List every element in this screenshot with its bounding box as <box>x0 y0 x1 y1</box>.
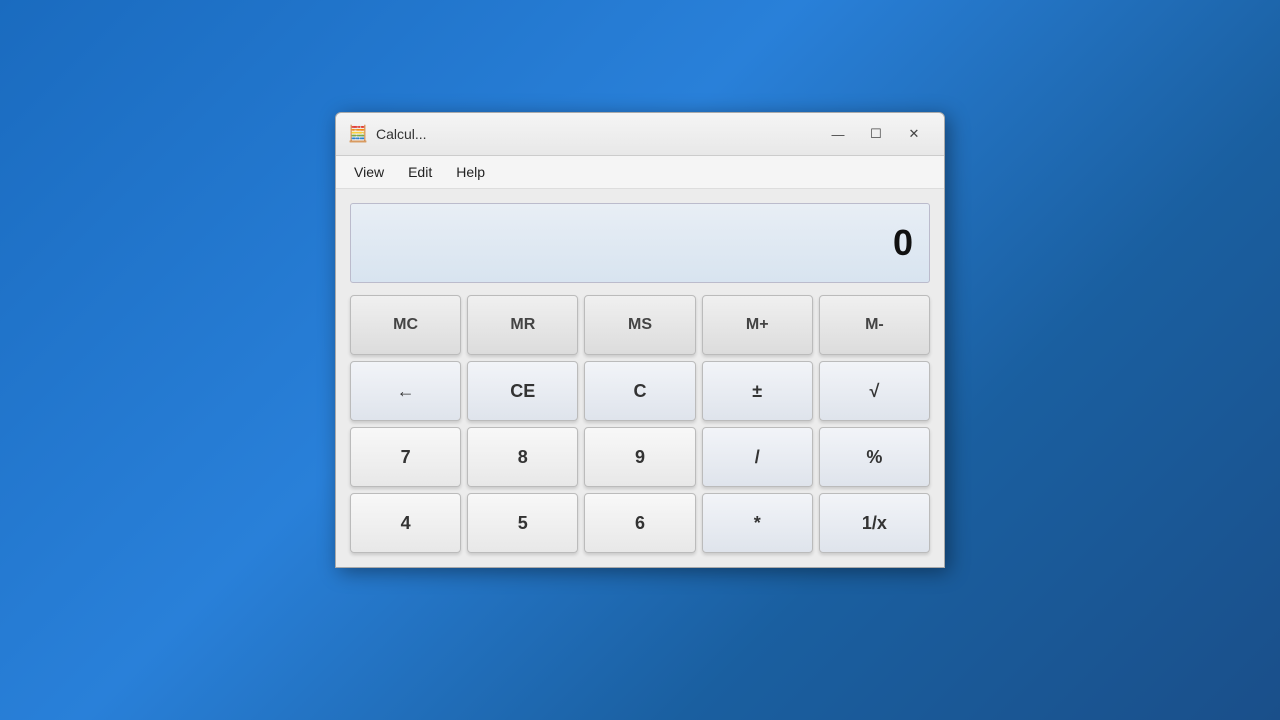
minimize-button[interactable]: — <box>820 121 856 147</box>
calculator-body: 0 MC MR MS M+ M- ← CE C ± √ 7 <box>336 189 944 567</box>
menu-view[interactable]: View <box>344 160 394 184</box>
row-456: 4 5 6 * 1/x <box>350 493 930 553</box>
button-7[interactable]: 7 <box>350 427 461 487</box>
app-icon: 🧮 <box>348 124 368 144</box>
control-row: ← CE C ± √ <box>350 361 930 421</box>
memory-row: MC MR MS M+ M- <box>350 295 930 355</box>
buttons-grid: MC MR MS M+ M- ← CE C ± √ 7 8 9 / % <box>350 295 930 553</box>
calculator-window: 🧮 Calcul... — ☐ ✕ View Edit Help 0 MC MR… <box>335 112 945 568</box>
button-9[interactable]: 9 <box>584 427 695 487</box>
menu-help[interactable]: Help <box>446 160 495 184</box>
button-mr[interactable]: MR <box>467 295 578 355</box>
button-4[interactable]: 4 <box>350 493 461 553</box>
button-mc[interactable]: MC <box>350 295 461 355</box>
display-screen: 0 <box>350 203 930 283</box>
button-5[interactable]: 5 <box>467 493 578 553</box>
button-reciprocal[interactable]: 1/x <box>819 493 930 553</box>
button-plusminus[interactable]: ± <box>702 361 813 421</box>
button-ms[interactable]: MS <box>584 295 695 355</box>
window-title: Calcul... <box>376 126 427 142</box>
display-value: 0 <box>893 222 913 264</box>
menu-bar: View Edit Help <box>336 156 944 189</box>
button-6[interactable]: 6 <box>584 493 695 553</box>
close-button[interactable]: ✕ <box>896 121 932 147</box>
menu-edit[interactable]: Edit <box>398 160 442 184</box>
button-sqrt[interactable]: √ <box>819 361 930 421</box>
button-c[interactable]: C <box>584 361 695 421</box>
row-789: 7 8 9 / % <box>350 427 930 487</box>
title-bar-left: 🧮 Calcul... <box>348 124 427 144</box>
maximize-button[interactable]: ☐ <box>858 121 894 147</box>
window-controls: — ☐ ✕ <box>820 121 932 147</box>
button-percent[interactable]: % <box>819 427 930 487</box>
button-mminus[interactable]: M- <box>819 295 930 355</box>
title-bar: 🧮 Calcul... — ☐ ✕ <box>336 113 944 156</box>
button-ce[interactable]: CE <box>467 361 578 421</box>
button-8[interactable]: 8 <box>467 427 578 487</box>
button-divide[interactable]: / <box>702 427 813 487</box>
button-backspace[interactable]: ← <box>350 361 461 421</box>
button-mplus[interactable]: M+ <box>702 295 813 355</box>
button-multiply[interactable]: * <box>702 493 813 553</box>
